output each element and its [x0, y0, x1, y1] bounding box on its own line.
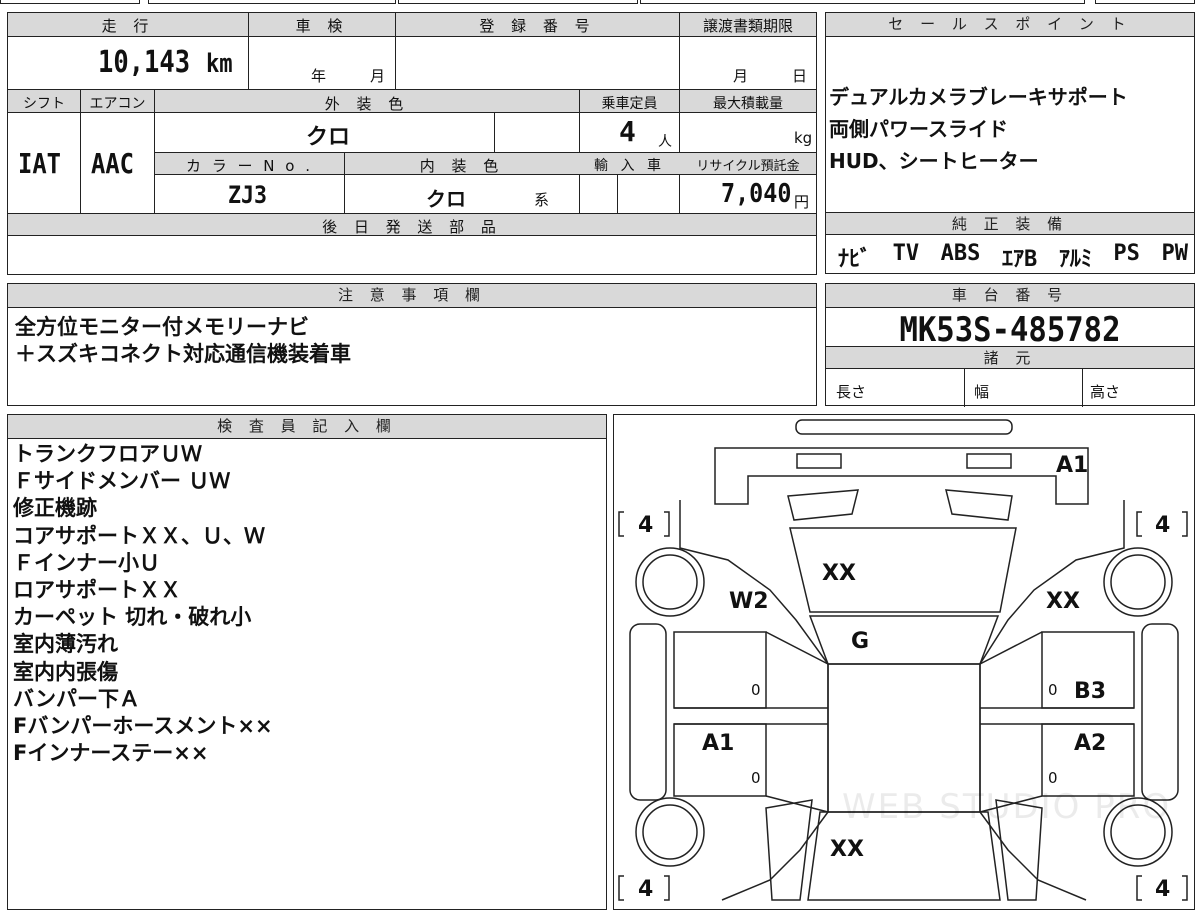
- top-strip-cell-2: [148, 0, 396, 4]
- sales-point-line: 両側パワースライド: [829, 117, 1008, 141]
- recycle-fee-value: 7,040: [721, 179, 792, 209]
- equipment-item-navi: ﾅﾋﾞ: [838, 247, 872, 272]
- label-right-rear-fender: XX: [1046, 589, 1080, 614]
- chassis-number: MK53S-485782: [899, 310, 1121, 350]
- sales-point-box: セ ー ル ス ポ イ ン ト デュアルカメラブレーキサポート 両側パワースライ…: [825, 12, 1195, 274]
- specs-header: 諸 元: [826, 347, 1194, 369]
- interior-color-value: クロ: [426, 187, 466, 211]
- mileage-unit: km: [206, 49, 233, 79]
- deadline-day-label: 日: [792, 67, 808, 85]
- spec-length-label: 長さ: [836, 383, 867, 401]
- top-strip-cell-1: [0, 0, 140, 4]
- watermark: WEB STUDIO PRO: [842, 787, 1172, 827]
- equipment-item-alloy: ｱﾙﾐ: [1058, 247, 1092, 272]
- inspection-header: 車 検: [295, 17, 349, 35]
- label-right-rear-door: B3: [1074, 679, 1107, 704]
- spec-width-label: 幅: [974, 383, 990, 401]
- label-rear-right: A1: [1056, 453, 1089, 478]
- deadline-header: 譲渡書類期限: [702, 17, 793, 35]
- equipment-header: 純 正 装 備: [826, 213, 1194, 235]
- chassis-header: 車 台 番 号: [826, 284, 1194, 308]
- door-zero-lr: 0: [751, 681, 761, 699]
- chassis-box: 車 台 番 号 MK53S-485782 諸 元 長さ 幅 高さ: [825, 283, 1195, 407]
- notes-header: 注 意 事 項 欄: [8, 284, 816, 308]
- equipment-item-abs: ABS: [940, 241, 981, 266]
- inspector-line: トランクフロアＵＷ: [13, 442, 202, 466]
- inspector-box: 検 査 員 記 入 欄 トランクフロアＵＷ Ｆサイドメンバー ＵＷ 修正機跡 コ…: [7, 414, 607, 910]
- color-no-header: カ ラ ー N o .: [185, 157, 313, 175]
- notes-line: ＋スズキコネクト対応通信機装着車: [15, 342, 351, 366]
- shift-value: IAT: [18, 147, 61, 180]
- sales-point-header: セ ー ル ス ポ イ ン ト: [826, 13, 1194, 37]
- inspector-line: Fインナーステー××: [13, 741, 209, 766]
- inspector-line: Fバンパーホースメント××: [13, 714, 273, 739]
- vehicle-info-table: 走 行 車 検 登 録 番 号 譲渡書類期限 10,143 km 年 月 月 日…: [7, 12, 817, 275]
- equipment-item-airbag: ｴｱB: [1002, 247, 1038, 272]
- tire-tread-front-right: 4: [1155, 877, 1171, 902]
- top-strip-cell-4: [640, 0, 1085, 4]
- deadline-month-label: 月: [733, 67, 749, 85]
- inspector-header: 検 査 員 記 入 欄: [8, 415, 606, 439]
- aircon-value: AAC: [91, 147, 134, 180]
- inspector-line: Ｆインナー小Ｕ: [13, 550, 160, 575]
- label-hood: XX: [830, 837, 864, 862]
- label-right-front-door: A2: [1074, 731, 1107, 756]
- label-left-rear-fender: W2: [729, 589, 769, 614]
- inspection-year-label: 年: [311, 67, 327, 85]
- spec-height-label: 高さ: [1090, 383, 1121, 401]
- inspector-line: 修正機跡: [13, 496, 97, 521]
- inspector-line: ロアサポートＸＸ: [13, 578, 181, 603]
- max-load-unit: kg: [794, 129, 813, 147]
- capacity-unit: 人: [658, 134, 672, 150]
- recycle-fee-unit: 円: [794, 193, 810, 211]
- equipment-item-pw: PW: [1161, 241, 1189, 266]
- tire-tread-front-left: 4: [638, 877, 654, 902]
- tire-tread-rear-left: 4: [638, 513, 654, 538]
- mileage-header: 走 行: [101, 17, 155, 35]
- door-zero-rr: 0: [1048, 681, 1058, 699]
- inspection-month-label: 月: [370, 67, 386, 85]
- inspector-line: Ｆサイドメンバー ＵＷ: [13, 469, 231, 494]
- inspector-line: コアサポートＸＸ、Ｕ、Ｗ: [13, 523, 265, 548]
- recycle-fee-header: リサイクル預託金: [696, 159, 800, 174]
- capacity-value: 4: [619, 115, 636, 148]
- top-strip-cell-3: [398, 0, 638, 4]
- sales-point-line: HUD、シートヒーター: [829, 149, 1039, 173]
- door-zero-rf: 0: [1048, 769, 1058, 787]
- damage-diagram-box: 4 4 4 4 A1 XX W2 XX G B3 A1 A2 XX 0 0 0 …: [613, 414, 1195, 910]
- registration-header: 登 録 番 号: [479, 17, 596, 35]
- exterior-color-header: 外 装 色: [324, 95, 410, 113]
- color-no-value: ZJ3: [228, 181, 268, 209]
- door-zero-lf: 0: [751, 769, 761, 787]
- equipment-item-tv: TV: [892, 241, 920, 266]
- inspector-line: カーペット 切れ・破れ小: [13, 605, 252, 630]
- equipment-item-ps: PS: [1113, 241, 1140, 266]
- max-load-header: 最大積載量: [713, 96, 783, 112]
- later-parts-header: 後 日 発 送 部 品: [322, 218, 502, 236]
- interior-color-header: 内 装 色: [419, 157, 505, 175]
- mileage-value: 10,143: [98, 45, 191, 80]
- capacity-header: 乗車定員: [601, 96, 658, 112]
- label-roof: G: [851, 629, 870, 654]
- inspector-line: 室内内張傷: [13, 659, 118, 684]
- exterior-color-value: クロ: [306, 125, 351, 150]
- import-header: 輸 入 車: [594, 158, 665, 174]
- aircon-header: エアコン: [89, 96, 146, 112]
- car-diagram: [618, 419, 1188, 901]
- top-strip-cell-5: [1095, 0, 1195, 4]
- notes-line: 全方位モニター付メモリーナビ: [15, 315, 309, 339]
- label-rear-glass: XX: [822, 561, 856, 586]
- inspector-line: 室内薄汚れ: [13, 632, 118, 657]
- notes-box: 注 意 事 項 欄 全方位モニター付メモリーナビ ＋スズキコネクト対応通信機装着…: [7, 283, 817, 406]
- tire-tread-rear-right: 4: [1155, 513, 1171, 538]
- interior-color-suffix: 系: [534, 191, 550, 209]
- shift-header: シフト: [23, 96, 65, 112]
- equipment-list: ﾅﾋﾞ TV ABS ｴｱB ｱﾙﾐ PS PW: [838, 241, 1188, 273]
- inspector-line: バンパー下Ａ: [13, 686, 141, 711]
- inspector-lines: トランクフロアＵＷ Ｆサイドメンバー ＵＷ 修正機跡 コアサポートＸＸ、Ｕ、Ｗ …: [13, 441, 273, 767]
- sales-point-line: デュアルカメラブレーキサポート: [829, 85, 1128, 109]
- label-left-front-door: A1: [702, 731, 735, 756]
